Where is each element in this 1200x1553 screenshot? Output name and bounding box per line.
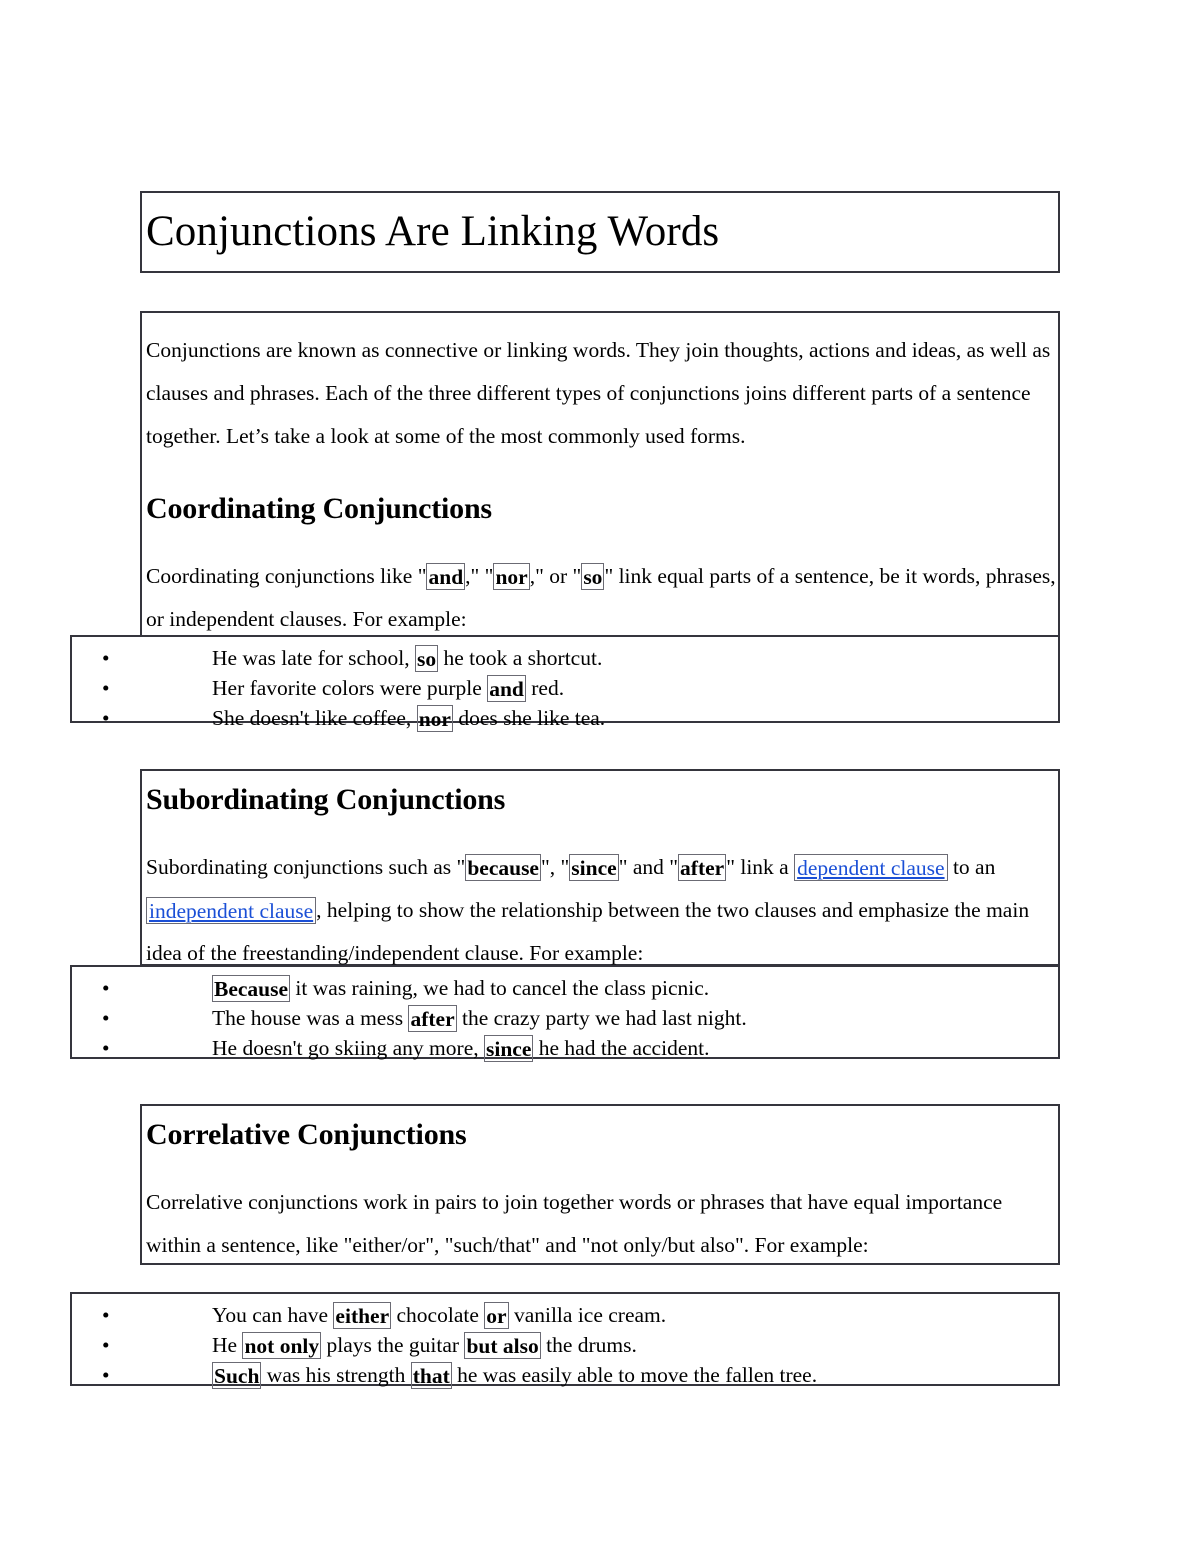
bullet-icon: • (102, 1363, 110, 1387)
keyword-token: and (487, 675, 526, 703)
bullet-icon: • (102, 1036, 110, 1060)
list-item: • Such was his strength that he was easil… (72, 1360, 1058, 1390)
list-item: • You can have either chocolate or vanill… (72, 1300, 1058, 1330)
bullet-icon: • (102, 646, 110, 670)
document-page: Conjunctions Are Linking Words Conjuncti… (0, 0, 1200, 1553)
keyword-token: so (415, 645, 439, 673)
keyword-token: since (483, 1035, 534, 1063)
correlative-examples-list: • You can have either chocolate or vanill… (72, 1300, 1058, 1390)
document-title-box: Conjunctions Are Linking Words (140, 191, 1060, 273)
keyword-so: so (581, 563, 605, 591)
text-fragment: ," " (465, 564, 494, 588)
text-fragment: Her favorite colors were purple (212, 676, 488, 700)
bullet-icon: • (102, 1303, 110, 1327)
text-fragment: plays the guitar (321, 1333, 465, 1357)
link-independent-clause[interactable]: independent clause (146, 897, 317, 925)
coordinating-examples-list: • He was late for school, so he took a sh… (72, 643, 1058, 733)
subordinating-section-box: Subordinating Conjunctions Subordinating… (140, 769, 1060, 966)
keyword-token: not only (242, 1332, 322, 1360)
keyword-nor: nor (493, 563, 530, 591)
heading-coordinating-conjunctions: Coordinating Conjunctions (146, 492, 492, 525)
keyword-since: since (569, 854, 619, 882)
page-title: Conjunctions Are Linking Words (146, 208, 720, 256)
text-fragment: he had the accident. (533, 1036, 710, 1060)
keyword-token: Such (212, 1362, 262, 1390)
text-fragment: ", " (540, 855, 570, 879)
link-dependent-clause[interactable]: dependent clause (794, 854, 948, 882)
keyword-token: nor (416, 705, 453, 733)
coordinating-paragraph: Coordinating conjunctions like "and," "n… (146, 555, 1056, 641)
text-fragment: He was late for school, (212, 646, 415, 670)
keyword-token-pair: that (410, 1362, 452, 1390)
keyword-and: and (426, 563, 466, 591)
text-fragment: chocolate (391, 1303, 485, 1327)
bullet-icon: • (102, 1333, 110, 1357)
subordinating-examples-list: • Because it was raining, we had to cance… (72, 973, 1058, 1063)
text-fragment: Subordinating conjunctions such as " (146, 855, 466, 879)
list-item: • The house was a mess after the crazy pa… (72, 1003, 1058, 1033)
text-fragment: " and " (618, 855, 679, 879)
text-fragment: Coordinating conjunctions like " (146, 564, 427, 588)
text-fragment: to an (947, 855, 996, 879)
bullet-icon: • (102, 706, 110, 730)
bullet-icon: • (102, 976, 110, 1000)
intro-paragraph: Conjunctions are known as connective or … (146, 338, 1051, 448)
coordinating-examples-list-box: • He was late for school, so he took a sh… (70, 635, 1060, 733)
bullet-icon: • (102, 1006, 110, 1030)
text-fragment: ," or " (529, 564, 582, 588)
text-fragment: She doesn't like coffee, (212, 706, 417, 730)
text-fragment: does she like tea. (452, 706, 606, 730)
list-item: • Because it was raining, we had to cance… (72, 973, 1058, 1003)
list-item: • He doesn't go skiing any more, since he… (72, 1033, 1058, 1063)
text-fragment: the drums. (540, 1333, 637, 1357)
keyword-because: because (465, 854, 541, 882)
text-fragment: The house was a mess (212, 1006, 409, 1030)
text-fragment: he took a shortcut. (438, 646, 603, 670)
subordinating-examples-list-box: • Because it was raining, we had to cance… (70, 965, 1060, 1063)
keyword-token: Because (212, 975, 291, 1003)
correlative-examples-list-box: • You can have either chocolate or vanill… (70, 1292, 1060, 1390)
correlative-section-box: Correlative Conjunctions Correlative con… (140, 1104, 1060, 1265)
text-fragment: vanilla ice cream. (508, 1303, 667, 1327)
subordinating-paragraph: Subordinating conjunctions such as "beca… (146, 846, 1056, 975)
heading-correlative-conjunctions: Correlative Conjunctions (146, 1118, 467, 1151)
text-fragment: the crazy party we had last night. (456, 1006, 747, 1030)
list-item: • She doesn't like coffee, nor does she l… (72, 703, 1058, 733)
list-item: • He not only plays the guitar but also t… (72, 1330, 1058, 1360)
list-item: • Her favorite colors were purple and red… (72, 673, 1058, 703)
text-fragment: You can have (212, 1303, 334, 1327)
text-fragment: he was easily able to move the fallen tr… (451, 1363, 818, 1387)
text-fragment: He (212, 1333, 243, 1357)
list-item: • He was late for school, so he took a sh… (72, 643, 1058, 673)
keyword-token-pair: but also (464, 1332, 541, 1360)
keyword-token: after (408, 1005, 457, 1033)
keyword-token: either (333, 1302, 392, 1330)
text-fragment: was his strength (261, 1363, 411, 1387)
text-fragment: " link a (726, 855, 795, 879)
heading-subordinating-conjunctions: Subordinating Conjunctions (146, 783, 506, 816)
text-fragment: it was raining, we had to cancel the cla… (290, 976, 710, 1000)
text-fragment: red. (525, 676, 565, 700)
intro-and-coordinating-box: Conjunctions are known as connective or … (140, 311, 1060, 637)
correlative-paragraph: Correlative conjunctions work in pairs t… (146, 1190, 1003, 1257)
keyword-token-pair: or (484, 1302, 509, 1330)
text-fragment: He doesn't go skiing any more, (212, 1036, 484, 1060)
keyword-after: after (678, 854, 727, 882)
bullet-icon: • (102, 676, 110, 700)
